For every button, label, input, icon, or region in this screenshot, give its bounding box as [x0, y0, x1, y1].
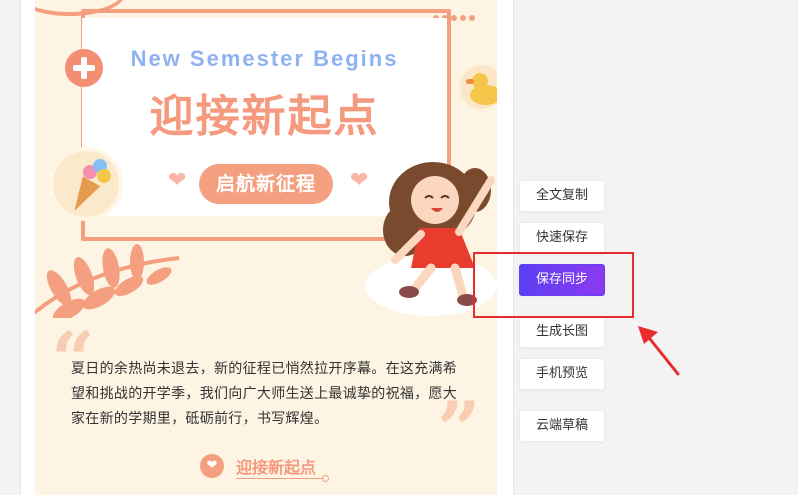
banner-pill: 启航新征程 — [199, 164, 333, 204]
cloud-draft-button[interactable]: 云端草稿 — [519, 410, 605, 442]
banner-headline: 迎接新起点 — [149, 91, 380, 142]
leaves-decoration — [35, 244, 180, 318]
copy-all-button[interactable]: 全文复制 — [519, 180, 605, 212]
heart-icon: ❤ — [200, 454, 224, 478]
quick-save-button[interactable]: 快速保存 — [519, 222, 605, 254]
ice-cream-icon — [49, 147, 123, 221]
highlight-box — [473, 252, 634, 318]
heart-icon: ❤ — [168, 168, 187, 193]
footer-label: 迎接新起点 — [236, 458, 317, 477]
generate-long-image-button[interactable]: 生成长图 — [519, 316, 605, 348]
screen: New Semester Begins 迎接新起点 ❤ ❤ 启航新征程 “ 夏日… — [0, 0, 798, 495]
heart-icon: ❤ — [350, 168, 369, 193]
arrow-icon — [638, 326, 680, 376]
plus-icon — [65, 49, 103, 87]
footer-dot — [322, 475, 329, 482]
mobile-preview-button[interactable]: 手机预览 — [519, 358, 605, 390]
article-body-text: 夏日的余热尚未退去，新的征程已悄然拉开序幕。在这充满希望和挑战的开学季，我们向广… — [71, 361, 458, 427]
quote-close-mark: ” — [437, 385, 481, 474]
banner-subtitle: New Semester Begins — [130, 46, 399, 71]
article-preview: New Semester Begins 迎接新起点 ❤ ❤ 启航新征程 “ 夏日… — [35, 0, 497, 495]
duck-icon — [457, 62, 497, 112]
footer-underline — [236, 478, 326, 479]
